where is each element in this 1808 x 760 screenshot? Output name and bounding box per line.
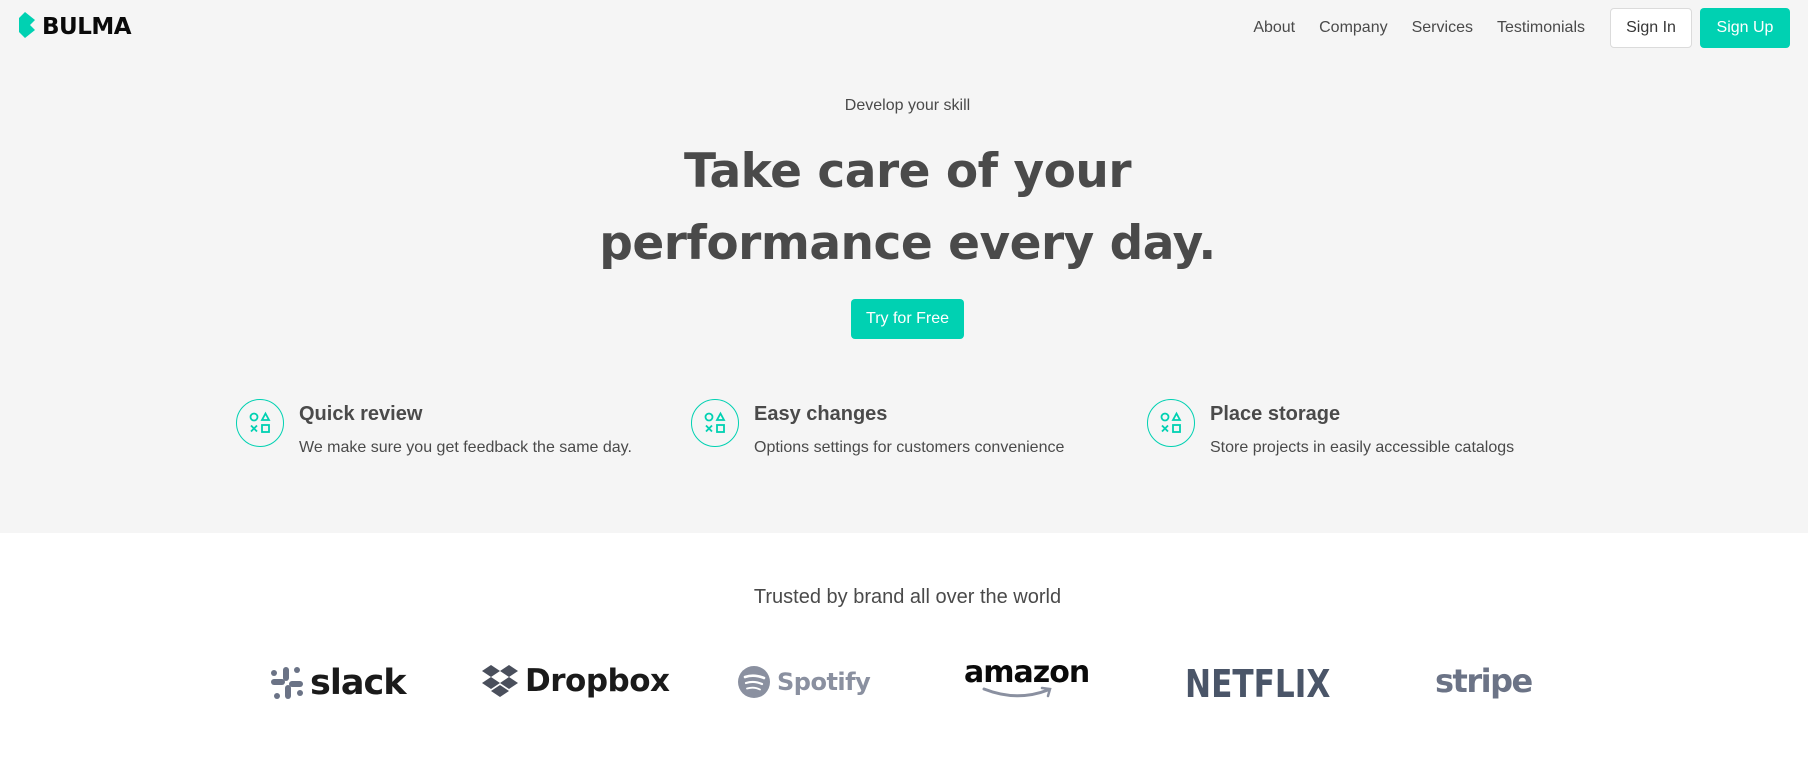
feature-title: Quick review	[299, 403, 423, 425]
stripe-logo: stripe	[1435, 662, 1533, 700]
nav-link-about[interactable]: About	[1253, 19, 1295, 37]
feature-item: Easy changes Options settings for custom…	[691, 399, 1131, 469]
trusted-heading: Trusted by brand all over the world	[753, 586, 1062, 608]
feature-description: We make sure you get feedback the same d…	[299, 439, 632, 456]
stripe-wordmark: stripe	[1435, 662, 1533, 700]
feature-item: Quick review We make sure you get feedba…	[236, 399, 676, 469]
slack-icon	[271, 667, 303, 699]
brand-logo[interactable]: BULMA	[18, 11, 132, 43]
spotify-logo: Spotify	[737, 665, 871, 699]
spotify-icon	[738, 666, 770, 698]
brand-logos: slack Dropbox Spotify amazon NETFLIX str…	[0, 652, 1808, 712]
hero-headline-line-2: performance every day.	[599, 216, 1216, 271]
slack-logo: slack	[270, 663, 406, 703]
nav-link-services[interactable]: Services	[1412, 19, 1473, 37]
dropbox-icon	[482, 665, 518, 697]
dropbox-wordmark: Dropbox	[525, 663, 670, 699]
feature-description: Store projects in easily accessible cata…	[1210, 439, 1515, 456]
feature-title: Place storage	[1210, 403, 1341, 425]
amazon-smile-icon	[982, 686, 1052, 698]
netflix-logo: NETFLIX	[1185, 662, 1362, 706]
slack-wordmark: slack	[310, 663, 406, 703]
try-for-free-button[interactable]: Try for Free	[851, 299, 964, 339]
nav-link-company[interactable]: Company	[1319, 19, 1387, 37]
hero-headline-line-1: Take care of your	[683, 144, 1132, 199]
amazon-wordmark: amazon	[964, 655, 1090, 690]
feature-title: Easy changes	[754, 403, 888, 425]
hero-headline: Take care of your performance every day.	[0, 136, 1808, 280]
shapes-icon	[236, 399, 284, 447]
spotify-wordmark: Spotify	[777, 668, 871, 696]
nav-links: About Company Services Testimonials Sign…	[1253, 8, 1790, 48]
nav-link-testimonials[interactable]: Testimonials	[1497, 19, 1585, 37]
feature-item: Place storage Store projects in easily a…	[1147, 399, 1587, 469]
brand-name: BULMA	[42, 14, 132, 40]
navbar: BULMA About Company Services Testimonial…	[0, 0, 1808, 56]
netflix-wordmark: NETFLIX	[1185, 662, 1331, 706]
feature-description: Options settings for customers convenien…	[754, 439, 1065, 456]
shapes-icon	[691, 399, 739, 447]
dropbox-logo: Dropbox	[481, 663, 670, 699]
amazon-logo: amazon	[964, 655, 1090, 700]
sign-in-button[interactable]: Sign In	[1610, 8, 1692, 48]
shapes-icon	[1147, 399, 1195, 447]
hero-subtitle: Develop your skill	[844, 97, 971, 114]
bulma-logo-icon	[18, 11, 36, 43]
sign-up-button[interactable]: Sign Up	[1700, 8, 1790, 48]
hero-section: BULMA About Company Services Testimonial…	[0, 0, 1808, 533]
